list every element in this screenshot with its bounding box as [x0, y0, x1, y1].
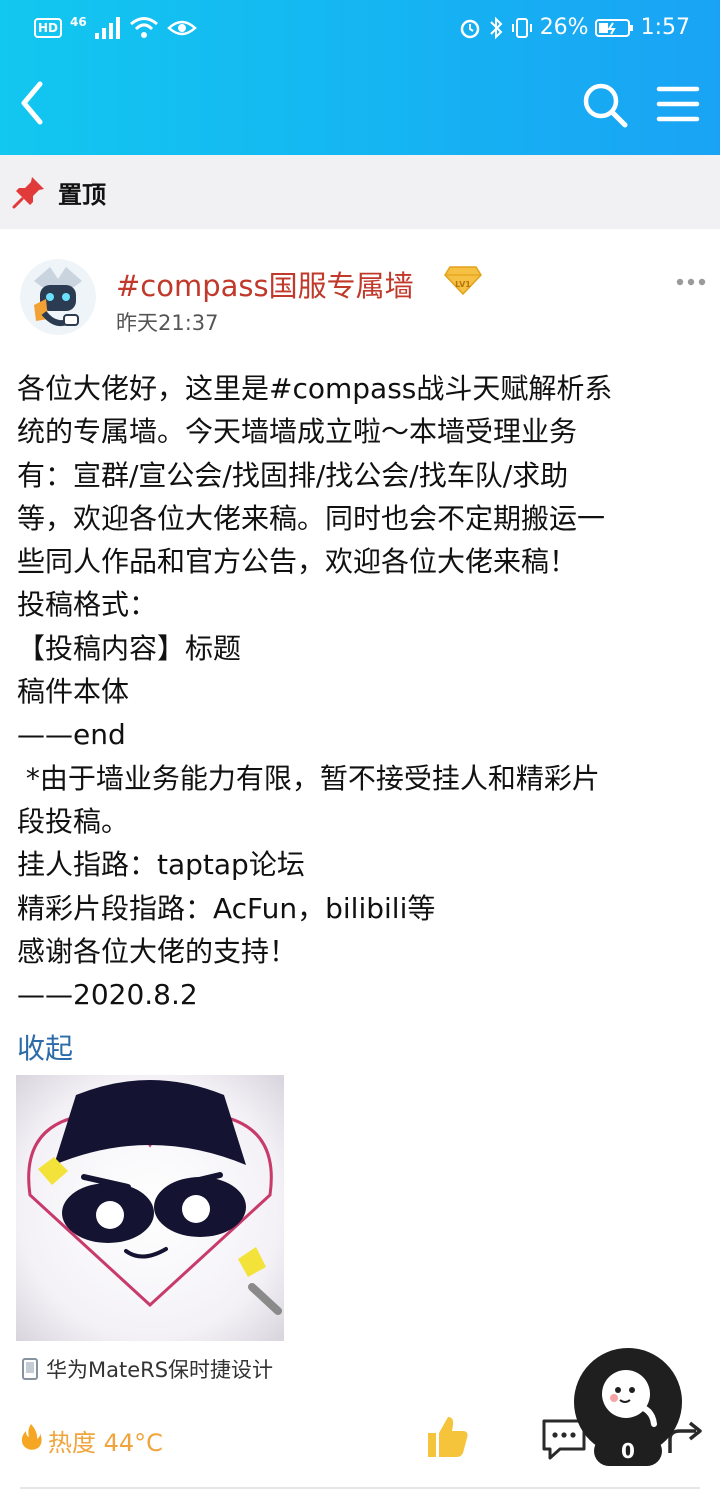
content-line: 段投稿。 [17, 804, 130, 838]
heat-label: 热度 44°C [48, 1429, 163, 1457]
thumbs-up-icon[interactable] [424, 1413, 470, 1459]
status-bar: HD 46 26% 1:57 [0, 0, 720, 56]
hd-network-badge: HD [34, 18, 63, 38]
network-type-label: 46 [70, 15, 87, 29]
post-content: 各位大佬好，这里是#compass战斗天赋解析系 统的专属墙。今天墙墙成立啦～本… [17, 367, 697, 1016]
eye-icon [166, 20, 197, 36]
content-line: ——end [17, 718, 126, 752]
post-image[interactable] [16, 1075, 284, 1341]
nav-bar [0, 64, 720, 144]
battery-icon [594, 19, 633, 37]
signal-icon [94, 17, 120, 39]
alarm-icon [460, 19, 479, 39]
content-line: 些同人作品和官方公告，欢迎各位大佬来稿！ [17, 545, 578, 579]
more-icon[interactable] [676, 277, 706, 287]
content-line: 统的专属墙。今天墙墙成立啦～本墙受理业务 [17, 415, 578, 449]
content-line: 投稿格式： [17, 588, 158, 622]
device-label: 华为MateRS保时捷设计 [46, 1358, 274, 1382]
pinned-label: 置顶 [58, 180, 106, 209]
battery-percent: 26% [539, 15, 589, 40]
content-line: ——2020.8.2 [17, 978, 198, 1012]
content-line: 有：宣群/宣公会/找固排/找公会/找车队/求助 [17, 458, 569, 492]
content-line: 稿件本体 [17, 675, 130, 709]
content-line: 各位大佬好，这里是#compass战斗天赋解析系 [17, 372, 613, 405]
wifi-icon [129, 17, 158, 38]
avatar[interactable] [20, 259, 96, 335]
flame-icon [21, 1424, 42, 1450]
back-arrow-icon[interactable] [14, 76, 54, 130]
floating-count-badge: 0 [594, 1436, 662, 1466]
author-name[interactable]: #compass国服专属墙 [116, 263, 414, 305]
pin-icon [12, 177, 44, 209]
mascot-face-icon [602, 1370, 657, 1427]
bluetooth-icon [489, 16, 503, 40]
pinned-section-header: 置顶 [0, 155, 720, 229]
level-badge-text: LV1 [455, 280, 471, 289]
menu-icon[interactable] [656, 84, 700, 124]
content-line: *由于墙业务能力有限，暂不接受挂人和精彩片 [17, 761, 600, 795]
content-line: 【投稿内容】标题 [17, 631, 242, 665]
collapse-link[interactable]: 收起 [17, 1027, 73, 1067]
post-card[interactable]: #compass国服专属墙 LV1 昨天21:37 各位大佬好，这里是#comp… [0, 229, 720, 1493]
device-source: 华为MateRS保时捷设计 [22, 1354, 273, 1384]
content-line: 挂人指路：taptap论坛 [17, 848, 305, 882]
clock: 1:57 [640, 15, 690, 40]
content-line: 感谢各位大佬的支持！ [17, 934, 298, 968]
search-icon[interactable] [580, 80, 630, 130]
post-timestamp: 昨天21:37 [116, 311, 219, 335]
phone-icon [22, 1358, 38, 1380]
top-header: HD 46 26% 1:57 [0, 0, 720, 155]
level-badge-icon: LV1 [444, 266, 482, 295]
content-line: 精彩片段指路：AcFun，bilibili等 [17, 891, 436, 925]
vibrate-icon [511, 18, 532, 38]
divider [20, 1487, 700, 1489]
content-line: 等，欢迎各位大佬来稿。同时也会不定期搬运一 [17, 501, 606, 535]
